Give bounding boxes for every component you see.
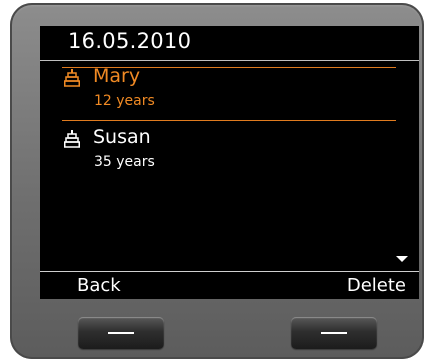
entry-age: 35 years (94, 154, 155, 170)
scroll-down-icon[interactable] (396, 256, 408, 262)
phone-device: 16.05.2010 Mary 12 years Susan 35 years (10, 3, 424, 359)
dash-icon (321, 332, 347, 334)
selection-divider-bottom (62, 120, 396, 121)
entry-age: 12 years (94, 93, 155, 109)
list-item[interactable]: Susan 35 years (40, 124, 419, 180)
cake-icon (64, 130, 80, 148)
left-softkey-button[interactable] (78, 317, 164, 349)
entry-name: Susan (93, 126, 151, 148)
back-softkey-label[interactable]: Back (77, 275, 121, 296)
header-bar: 16.05.2010 (40, 26, 419, 61)
softkey-bar: Back Delete (40, 271, 419, 299)
display-screen: 16.05.2010 Mary 12 years Susan 35 years (40, 26, 419, 299)
right-softkey-button[interactable] (291, 317, 377, 349)
list-item[interactable]: Mary 12 years (40, 63, 419, 119)
entry-name: Mary (93, 65, 141, 87)
header-date: 16.05.2010 (68, 29, 192, 53)
delete-softkey-label[interactable]: Delete (347, 275, 406, 296)
dash-icon (108, 332, 134, 334)
cake-icon (64, 69, 80, 87)
